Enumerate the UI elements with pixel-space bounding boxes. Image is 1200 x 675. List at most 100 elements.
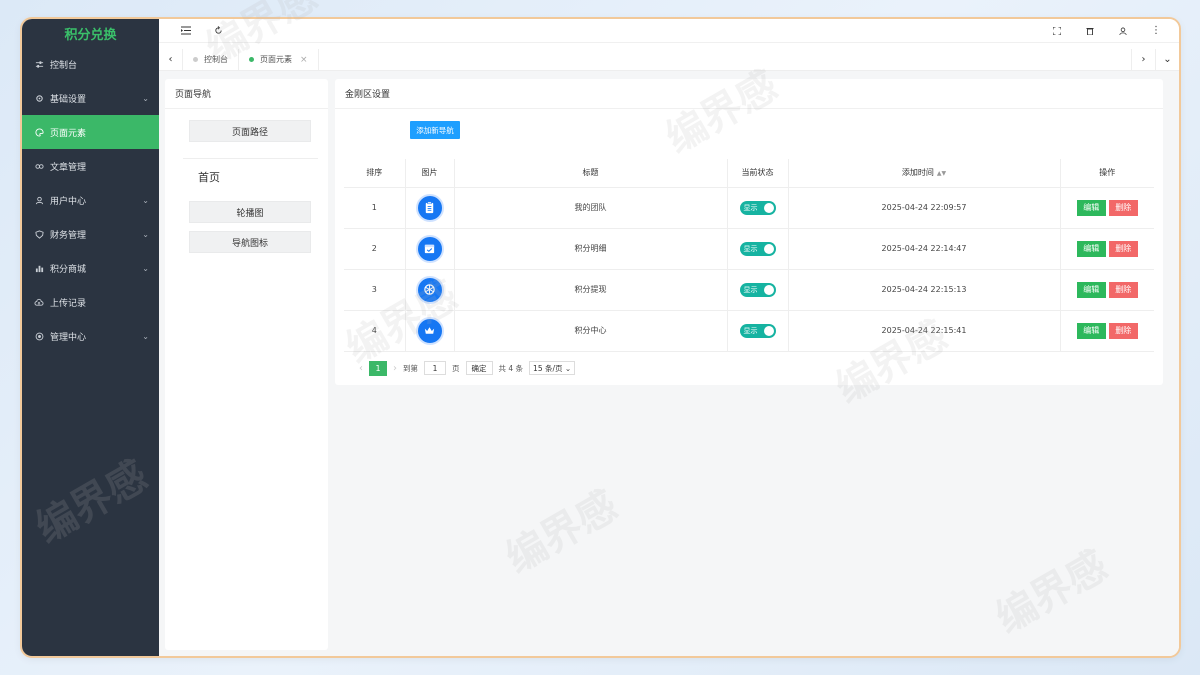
status-toggle[interactable]: 显示: [739, 241, 776, 256]
sidebar: 积分兑换 控制台 基础设置 ⌄ 页面元素 文章管理 用户中心 ⌄ 财务管理 ⌄ …: [22, 19, 159, 656]
table-header-row: 排序 图片 标题 当前状态 添加时间 ▲▼ 操作: [344, 159, 1154, 188]
chevron-left-icon[interactable]: ‹: [159, 49, 183, 70]
calendar-check-icon: [415, 234, 444, 263]
close-icon[interactable]: ×: [300, 55, 308, 65]
chevron-down-icon: ⌄: [142, 93, 149, 103]
bars-icon: [34, 263, 44, 273]
page-nav-panel: 页面导航 页面路径 首页 轮播图 导航图标: [165, 79, 328, 650]
tab-dot: [193, 57, 198, 62]
add-nav-button[interactable]: 添加新导航: [410, 121, 460, 139]
clipboard-icon: [415, 193, 444, 222]
image-cell: [405, 187, 455, 229]
current-page[interactable]: 1: [369, 360, 387, 376]
panel-title: 金刚区设置: [335, 79, 1163, 109]
tab-page-elements[interactable]: 页面元素 ×: [239, 49, 319, 70]
next-page-icon[interactable]: ›: [393, 363, 397, 374]
sidebar-item-label: 文章管理: [50, 162, 87, 173]
edit-button[interactable]: 编辑: [1076, 281, 1106, 298]
column-header-label: 添加时间: [901, 168, 934, 178]
toggle-knob: [763, 325, 774, 336]
edit-button[interactable]: 编辑: [1076, 322, 1106, 339]
sidebar-item-finance[interactable]: 财务管理 ⌄: [22, 217, 159, 251]
pagination: ‹ 1 › 到第 1 页 确定 共 4 条 15 条/页 ⌄: [353, 360, 576, 376]
page-path-button[interactable]: 页面路径: [189, 120, 311, 142]
goto-label: 到第: [403, 363, 418, 373]
status-toggle-label: 显示: [743, 203, 758, 212]
status-toggle-label: 显示: [743, 326, 758, 335]
toggle-knob: [763, 243, 774, 254]
goto-page-input[interactable]: 1: [424, 361, 446, 375]
image-cell: [405, 269, 455, 311]
column-header-sortable[interactable]: 添加时间 ▲▼: [788, 159, 1061, 188]
more-vertical-icon[interactable]: ⋮: [1149, 24, 1163, 38]
fullscreen-icon[interactable]: [1050, 24, 1064, 38]
sidebar-item-basic-settings[interactable]: 基础设置 ⌄: [22, 81, 159, 115]
menu-fold-icon[interactable]: [179, 24, 193, 38]
content-area: 页面导航 页面路径 首页 轮播图 导航图标 金刚区设置 添加新导航 排序 图片 …: [159, 71, 1179, 656]
sidebar-item-upload-records[interactable]: 上传记录: [22, 285, 159, 319]
toggle-knob: [763, 284, 774, 295]
top-toolbar: ⋮: [159, 19, 1179, 43]
user-icon[interactable]: [1116, 24, 1130, 38]
link-icon: [34, 161, 44, 171]
actions-cell: 编辑 删除: [1060, 228, 1154, 270]
tab-bar: ‹ 控制台 页面元素 × › ⌄: [159, 49, 1179, 71]
page-unit-label: 页: [452, 363, 460, 373]
chevron-right-icon[interactable]: ›: [1131, 49, 1155, 70]
chevron-down-icon: ⌄: [142, 229, 149, 239]
actions-cell: 编辑 删除: [1060, 269, 1154, 311]
delete-button[interactable]: 删除: [1108, 322, 1138, 339]
delete-button[interactable]: 删除: [1108, 281, 1138, 298]
shield-icon: [34, 229, 44, 239]
sidebar-item-label: 积分商城: [50, 264, 87, 275]
sidebar-item-label: 基础设置: [50, 94, 87, 105]
cloud-upload-icon: [34, 297, 44, 307]
page-size-value: 15 条/页: [533, 363, 563, 373]
status-toggle[interactable]: 显示: [739, 323, 776, 338]
table-row: 1 我的团队 显示 2025-04-24 22:09:57 编辑 删除: [344, 187, 1154, 229]
delete-button[interactable]: 删除: [1108, 240, 1138, 257]
order-cell: 3: [344, 269, 406, 311]
goto-confirm-button[interactable]: 确定: [465, 361, 493, 375]
status-cell: 显示: [727, 269, 789, 311]
trash-icon[interactable]: [1083, 24, 1097, 38]
prev-page-icon[interactable]: ‹: [359, 363, 363, 374]
snowflake-icon: [415, 275, 444, 304]
carousel-button[interactable]: 轮播图: [189, 201, 311, 223]
image-cell: [405, 310, 455, 352]
status-toggle[interactable]: 显示: [739, 282, 776, 297]
chevron-down-icon[interactable]: ⌄: [1155, 49, 1179, 70]
nav-table: 排序 图片 标题 当前状态 添加时间 ▲▼ 操作 1 我的团队 显示 2025-…: [344, 159, 1154, 352]
status-toggle[interactable]: 显示: [739, 200, 776, 215]
edit-button[interactable]: 编辑: [1076, 199, 1106, 216]
tab-dashboard[interactable]: 控制台: [183, 49, 239, 70]
home-label[interactable]: 首页: [198, 169, 220, 185]
nav-icon-button[interactable]: 导航图标: [189, 231, 311, 253]
status-toggle-label: 显示: [743, 285, 758, 294]
sidebar-item-label: 控制台: [50, 60, 78, 71]
tab-label: 控制台: [204, 55, 228, 64]
delete-button[interactable]: 删除: [1108, 199, 1138, 216]
sidebar-item-label: 管理中心: [50, 332, 87, 343]
edit-button[interactable]: 编辑: [1076, 240, 1106, 257]
actions-cell: 编辑 删除: [1060, 187, 1154, 229]
time-cell: 2025-04-24 22:09:57: [788, 187, 1061, 229]
crown-icon: [415, 316, 444, 345]
page-size-select[interactable]: 15 条/页 ⌄: [529, 361, 576, 375]
gear-icon: [34, 93, 44, 103]
sort-icon[interactable]: ▲▼: [937, 170, 946, 177]
image-cell: [405, 228, 455, 270]
sidebar-item-points-mall[interactable]: 积分商城 ⌄: [22, 251, 159, 285]
sidebar-item-admin-center[interactable]: 管理中心 ⌄: [22, 319, 159, 353]
tab-dot: [249, 57, 254, 62]
refresh-icon[interactable]: [211, 24, 225, 38]
sidebar-item-articles[interactable]: 文章管理: [22, 149, 159, 183]
sidebar-item-users[interactable]: 用户中心 ⌄: [22, 183, 159, 217]
status-cell: 显示: [727, 228, 789, 270]
target-icon: [34, 331, 44, 341]
chevron-down-icon: ⌄: [142, 331, 149, 341]
sidebar-item-page-elements[interactable]: 页面元素: [22, 115, 159, 149]
sidebar-item-dashboard[interactable]: 控制台: [22, 47, 159, 81]
status-cell: 显示: [727, 310, 789, 352]
total-count: 共 4 条: [498, 363, 524, 373]
